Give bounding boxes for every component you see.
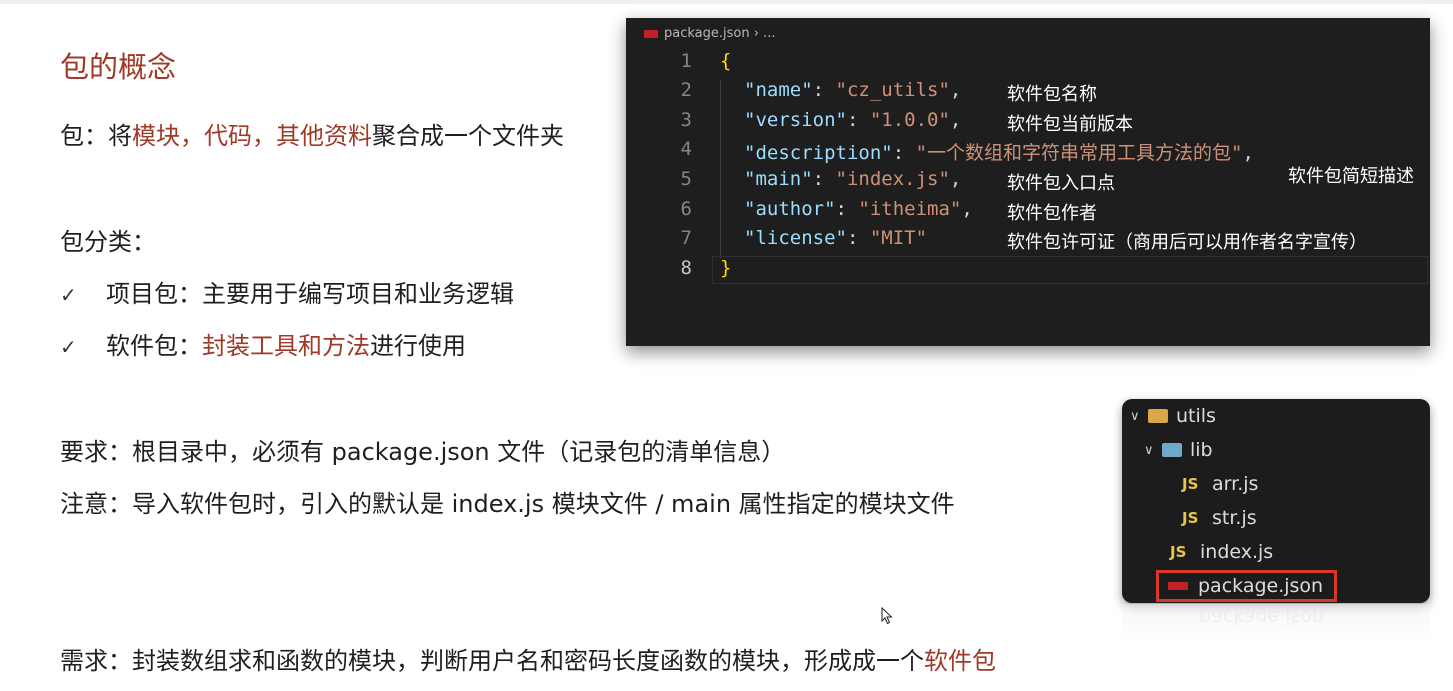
line-number: 2 bbox=[680, 79, 692, 101]
line-number: 6 bbox=[680, 198, 692, 220]
chevron-down-icon: ∨ bbox=[1130, 408, 1140, 424]
note-text: 注意：导入软件包时，引入的默认是 index.js 模块文件 / main 属性… bbox=[60, 490, 955, 518]
check-text: 软件包： bbox=[106, 332, 202, 360]
check-item-project: ✓ 项目包：主要用于编写项目和业务逻辑 bbox=[60, 278, 514, 311]
check-icon: ✓ bbox=[60, 335, 77, 359]
code-editor: package.json › ... 1 { 2 "name": "cz_uti… bbox=[626, 18, 1430, 346]
js-file-icon: JS bbox=[1170, 543, 1187, 561]
breadcrumb[interactable]: package.json › ... bbox=[644, 26, 775, 41]
tree-label: lib bbox=[1190, 439, 1213, 461]
breadcrumb-file: package.json bbox=[664, 26, 750, 41]
line-comment: 软件包作者 bbox=[1007, 203, 1097, 224]
demand-prefix: 需求：封装数组求和函数的模块，判断用户名和密码长度函数的模块，形成成一个 bbox=[60, 647, 924, 675]
line-number: 4 bbox=[680, 138, 692, 160]
code-line[interactable]: 3 "version": "1.0.0", 软件包当前版本 bbox=[626, 107, 1430, 137]
intro-prefix: 包：将 bbox=[60, 122, 132, 150]
folder-icon bbox=[1162, 443, 1182, 457]
folder-icon bbox=[1148, 409, 1168, 423]
line-number: 3 bbox=[680, 109, 692, 131]
npm-icon bbox=[644, 29, 658, 38]
check-suffix: 进行使用 bbox=[370, 332, 466, 360]
tree-file-index[interactable]: JS index.js bbox=[1170, 537, 1273, 567]
code-text: "name": "cz_utils", bbox=[744, 79, 962, 101]
requirement-text: 要求：根目录中，必须有 package.json 文件（记录包的清单信息） bbox=[60, 438, 786, 466]
js-file-icon: JS bbox=[1182, 475, 1199, 493]
code-line[interactable]: 8 } bbox=[626, 255, 1430, 285]
tree-folder-lib[interactable]: ∨ lib bbox=[1144, 435, 1213, 465]
code-text: "description": "一个数组和字符串常用工具方法的包", bbox=[744, 142, 1254, 164]
line-comment: 软件包许可证（商用后可以用作者名字宣传） bbox=[1007, 232, 1367, 253]
line-number: 7 bbox=[680, 227, 692, 249]
intro-highlight: 模块，代码，其他资料 bbox=[132, 122, 372, 150]
code-line[interactable]: 6 "author": "itheima", 软件包作者 bbox=[626, 196, 1430, 226]
code-line[interactable]: 2 "name": "cz_utils", 软件包名称 bbox=[626, 77, 1430, 107]
js-file-icon: JS bbox=[1182, 509, 1199, 527]
code-text: "license": "MIT" bbox=[744, 227, 928, 249]
code-line[interactable]: 7 "license": "MIT" 软件包许可证（商用后可以用作者名字宣传） bbox=[626, 225, 1430, 255]
check-item-software: ✓ 软件包：封装工具和方法进行使用 bbox=[60, 330, 466, 363]
tree-label: utils bbox=[1176, 405, 1216, 427]
code-text: "author": "itheima", bbox=[744, 198, 973, 220]
code-brace: { bbox=[720, 50, 732, 72]
tree-file-arr[interactable]: JS arr.js bbox=[1182, 469, 1258, 499]
tree-file-str[interactable]: JS str.js bbox=[1182, 503, 1257, 533]
check-text: 项目包：主要用于编写项目和业务逻辑 bbox=[106, 280, 514, 308]
mouse-cursor-icon bbox=[881, 607, 893, 625]
tree-label: index.js bbox=[1200, 541, 1274, 563]
line-comment: 软件包当前版本 bbox=[1007, 114, 1133, 135]
breadcrumb-rest: › ... bbox=[749, 26, 776, 41]
code-text: "version": "1.0.0", bbox=[744, 109, 962, 131]
package-json-highlight bbox=[1156, 570, 1337, 602]
code-text: "main": "index.js", bbox=[744, 168, 962, 190]
line-number: 5 bbox=[680, 168, 692, 190]
tree-folder-utils[interactable]: ∨ utils bbox=[1130, 401, 1216, 431]
intro-suffix: 聚合成一个文件夹 bbox=[372, 122, 564, 150]
code-line[interactable]: 1 { bbox=[626, 48, 1430, 78]
line-comment: 软件包入口点 bbox=[1007, 173, 1115, 194]
line-number: 8 bbox=[680, 257, 692, 279]
intro-text: 包：将模块，代码，其他资料聚合成一个文件夹 bbox=[60, 120, 564, 152]
code-brace: } bbox=[720, 257, 732, 279]
chevron-down-icon: ∨ bbox=[1144, 442, 1154, 458]
demand-highlight: 软件包 bbox=[924, 647, 996, 675]
top-rule bbox=[0, 0, 1453, 4]
classify-label: 包分类： bbox=[60, 228, 156, 256]
tree-label: arr.js bbox=[1212, 473, 1259, 495]
tree-label: str.js bbox=[1212, 507, 1257, 529]
line-comment: 软件包名称 bbox=[1007, 84, 1097, 105]
check-highlight: 封装工具和方法 bbox=[202, 332, 370, 360]
description-note: 软件包简短描述 bbox=[1288, 166, 1414, 187]
line-number: 1 bbox=[680, 50, 692, 72]
check-icon: ✓ bbox=[60, 283, 77, 307]
slide-title: 包的概念 bbox=[60, 50, 177, 84]
demand-text: 需求：封装数组求和函数的模块，判断用户名和密码长度函数的模块，形成成一个软件包 bbox=[60, 645, 996, 677]
package-json-reflection: package.json bbox=[1199, 606, 1325, 628]
